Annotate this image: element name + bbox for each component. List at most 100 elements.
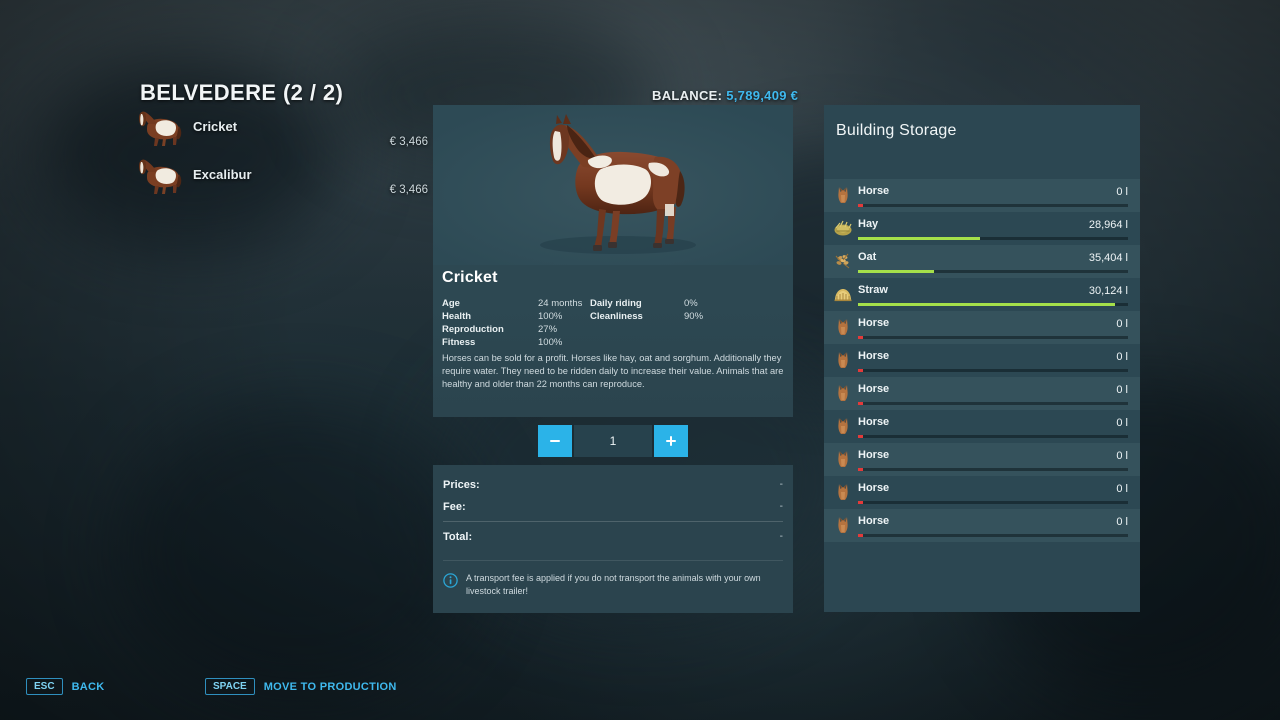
stat-row: Age [442, 298, 460, 309]
key-space: SPACE [205, 678, 255, 695]
storage-row-bar [858, 534, 1128, 537]
prices-panel: Prices: - Fee: - Total: - A transport fe… [433, 465, 793, 613]
storage-row-label: Horse [858, 482, 890, 494]
horse-model-icon [433, 105, 793, 265]
stat-value: 0% [684, 298, 698, 309]
stat-row: Daily riding [590, 298, 642, 309]
horse-icon [832, 415, 854, 437]
storage-row-label: Horse [858, 185, 890, 197]
storage-row-label: Horse [858, 383, 890, 395]
storage-row-bar-fill [858, 303, 1115, 306]
horse-preview-stage [433, 105, 793, 265]
storage-row-bar-fill [858, 204, 864, 207]
stat-value: 90% [684, 311, 704, 322]
increment-button[interactable] [654, 425, 688, 457]
storage-row[interactable]: Hay 28,964 l [824, 212, 1140, 245]
storage-row[interactable]: Horse 0 l [824, 377, 1140, 410]
storage-row-value: 0 l [1116, 351, 1128, 363]
animal-detail-panel: Cricket Age 24 months Health 100% Reproducti… [433, 105, 793, 417]
storage-row-value: 0 l [1116, 516, 1128, 528]
storage-row-value: 0 l [1116, 483, 1128, 495]
storage-row[interactable]: Horse 0 l [824, 509, 1140, 542]
storage-row-value: 0 l [1116, 318, 1128, 330]
total-value: - [779, 531, 783, 542]
storage-row[interactable]: Horse 0 l [824, 443, 1140, 476]
stat-row: Cleanliness [590, 311, 643, 322]
storage-row-label: Straw [858, 284, 888, 296]
storage-row-label: Horse [858, 515, 890, 527]
farm-title: BELVEDERE (2 / 2) [140, 80, 344, 105]
plus-icon [666, 436, 676, 446]
horse-thumb-icon [138, 158, 186, 198]
help-action-move-to-production[interactable]: SPACE MOVE TO PRODUCTION [205, 678, 397, 695]
horse-icon [832, 514, 854, 536]
storage-row-value: 0 l [1116, 384, 1128, 396]
storage-row-bar [858, 402, 1128, 405]
storage-row[interactable]: Oat 35,404 l [824, 245, 1140, 278]
storage-row-label: Horse [858, 317, 890, 329]
storage-header: Building Storage [824, 105, 1140, 157]
stat-value-wrap: 24 months [538, 298, 582, 309]
animal-description: Horses can be sold for a profit. Horses … [442, 353, 784, 390]
minus-icon [550, 440, 560, 442]
animal-list-item[interactable]: Excalibur € 3,466 [138, 156, 428, 204]
storage-row[interactable]: Straw 30,124 l [824, 278, 1140, 311]
animal-list-item[interactable]: Cricket € 3,466 [138, 108, 428, 156]
horse-icon [832, 316, 854, 338]
help-label-back: BACK [71, 680, 105, 693]
storage-row-bar [858, 204, 1128, 207]
animal-list-item-price: € 3,466 [389, 136, 428, 148]
storage-row-label: Horse [858, 449, 890, 461]
storage-list[interactable]: Horse 0 l Hay 28,964 l Oat 35,404 l Straw 30,12… [824, 179, 1140, 542]
storage-footer-spacer [824, 542, 1140, 612]
horse-icon [832, 349, 854, 371]
storage-row[interactable]: Horse 0 l [824, 410, 1140, 443]
stat-value: 27% [538, 324, 558, 335]
help-action-back[interactable]: ESC BACK [26, 678, 105, 695]
fee-value: - [779, 501, 783, 512]
storage-row-bar [858, 237, 1128, 240]
storage-row-bar [858, 336, 1128, 339]
storage-row[interactable]: Horse 0 l [824, 344, 1140, 377]
price-row-prices: Prices: - [443, 474, 783, 496]
storage-row[interactable]: Horse 0 l [824, 311, 1140, 344]
horse-icon [832, 382, 854, 404]
background-blur-shape [120, 400, 480, 700]
storage-row-label: Horse [858, 350, 890, 362]
storage-row-bar [858, 270, 1128, 273]
horse-icon [832, 481, 854, 503]
help-bar: ESC BACK SPACE MOVE TO PRODUCTION [0, 660, 1280, 720]
horse-icon [832, 448, 854, 470]
stat-key: Fitness [442, 337, 476, 348]
storage-row[interactable]: Horse 0 l [824, 476, 1140, 509]
quantity-value[interactable]: 1 [574, 425, 652, 457]
storage-row-value: 35,404 l [1088, 252, 1128, 264]
storage-row[interactable]: Horse 0 l [824, 179, 1140, 212]
storage-title: Building Storage [836, 122, 957, 139]
stat-row: Health [442, 311, 471, 322]
storage-row-bar [858, 303, 1128, 306]
quantity-stepper[interactable]: 1 [538, 425, 688, 457]
horse-icon [832, 184, 854, 206]
animal-name: Cricket [442, 269, 498, 286]
storage-row-label: Hay [858, 218, 879, 230]
balance-amount: 5,789,409 € [726, 88, 799, 103]
transport-fee-note: A transport fee is applied if you do not… [443, 570, 783, 598]
storage-row-bar [858, 369, 1128, 372]
stat-key: Age [442, 298, 460, 309]
storage-row-bar-fill [858, 237, 980, 240]
stat-key: Health [442, 311, 472, 322]
note-divider [443, 560, 783, 561]
stat-key: Reproduction [442, 324, 504, 335]
balance-label: BALANCE: [652, 88, 723, 103]
straw-icon [832, 283, 854, 305]
stat-value: 24 months [538, 298, 583, 309]
decrement-button[interactable] [538, 425, 572, 457]
animal-list[interactable]: Cricket € 3,466 Excalibur € 3,466 [138, 108, 428, 204]
info-icon [443, 573, 458, 593]
total-label: Total: [443, 531, 473, 543]
key-esc: ESC [26, 678, 63, 695]
storage-row-bar-fill [858, 534, 864, 537]
storage-row-bar [858, 435, 1128, 438]
storage-row-value: 28,964 l [1088, 219, 1128, 231]
